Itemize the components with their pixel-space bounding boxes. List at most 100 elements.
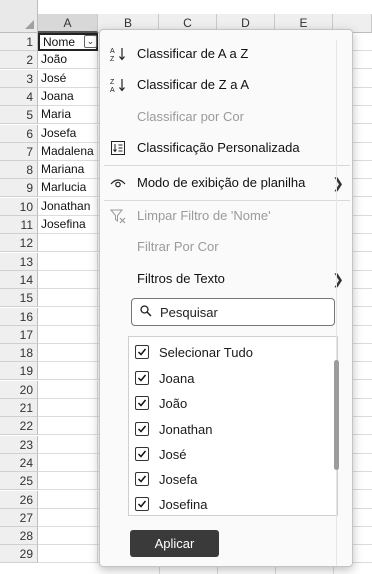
row-header[interactable]: 24: [0, 454, 38, 472]
row-header[interactable]: 29: [0, 545, 38, 563]
row-header[interactable]: 10: [0, 198, 38, 216]
row-header[interactable]: 14: [0, 271, 38, 289]
row-header[interactable]: 15: [0, 289, 38, 307]
checkbox-select-all[interactable]: Selecionar Tudo: [135, 340, 335, 365]
checkbox[interactable]: [135, 371, 149, 385]
checkbox-item[interactable]: Jonathan: [135, 417, 335, 442]
row-header[interactable]: 26: [0, 491, 38, 509]
cell-a[interactable]: [38, 417, 98, 435]
menu-item-label: Limpar Filtro de 'Nome': [137, 208, 271, 223]
row-header[interactable]: 9: [0, 179, 38, 197]
filter-menu: AZ Classificar de A a Z ZA Classificar d…: [99, 29, 353, 567]
row-header[interactable]: 12: [0, 234, 38, 252]
menu-item-sheet-view[interactable]: Modo de exibição de planilha ❯: [100, 169, 352, 197]
select-all-corner[interactable]: [0, 0, 38, 33]
scrollbar-track: [336, 40, 337, 566]
checkbox-label: José: [159, 447, 187, 462]
checkbox-label: Josefa: [159, 472, 198, 487]
cell-a[interactable]: Madalena: [38, 143, 98, 161]
row-header[interactable]: 20: [0, 381, 38, 399]
cell-a[interactable]: [38, 509, 98, 527]
cell-a[interactable]: Josefina: [38, 216, 98, 234]
menu-item-sort-az[interactable]: AZ Classificar de A a Z: [100, 40, 352, 68]
row-header[interactable]: 25: [0, 472, 38, 490]
row-header[interactable]: 22: [0, 417, 38, 435]
menu-item-filter-by-color: Filtrar Por Cor: [100, 233, 352, 261]
row-header[interactable]: 19: [0, 362, 38, 380]
cell-a[interactable]: [38, 289, 98, 307]
menu-item-custom-sort[interactable]: Classificação Personalizada: [100, 134, 352, 162]
cell-a[interactable]: [38, 326, 98, 344]
checkbox-label: João: [159, 396, 188, 411]
row-header[interactable]: 13: [0, 253, 38, 271]
cell-a[interactable]: [38, 491, 98, 509]
cell-a[interactable]: Joana: [38, 88, 98, 106]
cell-a[interactable]: Maria: [38, 106, 98, 124]
checkbox[interactable]: [135, 447, 149, 461]
cell-a[interactable]: [38, 399, 98, 417]
svg-text:Z: Z: [110, 79, 115, 86]
row-header[interactable]: 28: [0, 527, 38, 545]
row-header[interactable]: 23: [0, 436, 38, 454]
clear-filter-icon: [109, 208, 126, 224]
sort-za-icon: ZA: [110, 77, 126, 94]
cell-a[interactable]: [38, 344, 98, 362]
checkbox[interactable]: [135, 345, 149, 359]
row-header[interactable]: 4: [0, 88, 38, 106]
cell-a[interactable]: [38, 381, 98, 399]
checkbox-item[interactable]: Joana: [135, 366, 335, 391]
checkbox-label: Josefina: [159, 497, 208, 512]
row-header[interactable]: 18: [0, 344, 38, 362]
row-header[interactable]: 5: [0, 106, 38, 124]
cell-a[interactable]: [38, 472, 98, 490]
cell-a[interactable]: [38, 545, 98, 563]
sort-az-icon: AZ: [110, 46, 126, 63]
apply-button[interactable]: Aplicar: [130, 530, 219, 557]
cell-a[interactable]: [38, 362, 98, 380]
menu-item-sort-za[interactable]: ZA Classificar de Z a A: [100, 71, 352, 99]
checkbox-item[interactable]: João: [135, 391, 335, 416]
row-header[interactable]: 7: [0, 143, 38, 161]
cell-a[interactable]: [38, 527, 98, 545]
menu-item-label: Filtrar Por Cor: [137, 239, 219, 254]
cell-a[interactable]: [38, 271, 98, 289]
row-header[interactable]: 6: [0, 125, 38, 143]
checkbox[interactable]: [135, 472, 149, 486]
filter-dropdown-button[interactable]: ⌄: [84, 35, 97, 48]
checkbox[interactable]: [135, 497, 149, 511]
checkbox[interactable]: [135, 396, 149, 410]
row-header[interactable]: 17: [0, 326, 38, 344]
menu-item-label: Classificar por Cor: [137, 109, 244, 124]
checkbox-item[interactable]: Josefa: [135, 467, 335, 492]
cell-a[interactable]: Mariana: [38, 161, 98, 179]
row-header[interactable]: 1: [0, 33, 38, 51]
cell-a[interactable]: Marlucia: [38, 179, 98, 197]
checkbox-item[interactable]: José: [135, 442, 335, 467]
row-header[interactable]: 11: [0, 216, 38, 234]
scrollbar-thumb[interactable]: [334, 360, 339, 470]
cell-a[interactable]: [38, 253, 98, 271]
row-header[interactable]: 2: [0, 51, 38, 69]
cell-a[interactable]: Jonathan: [38, 198, 98, 216]
cell-a[interactable]: [38, 436, 98, 454]
checkbox[interactable]: [135, 422, 149, 436]
row-header[interactable]: 16: [0, 308, 38, 326]
cell-a[interactable]: Josefa: [38, 125, 98, 143]
menu-item-label: Classificar de A a Z: [137, 46, 249, 61]
row-header[interactable]: 3: [0, 70, 38, 88]
cell-a[interactable]: João: [38, 51, 98, 69]
cell-a[interactable]: [38, 234, 98, 252]
search-input[interactable]: Pesquisar: [131, 298, 335, 326]
cell-a[interactable]: [38, 308, 98, 326]
row-header[interactable]: 27: [0, 509, 38, 527]
menu-scrollbar[interactable]: [334, 40, 339, 566]
cell-a[interactable]: José: [38, 70, 98, 88]
menu-item-label: Classificação Personalizada: [137, 140, 300, 155]
menu-item-text-filters[interactable]: Filtros de Texto ❯: [100, 265, 352, 293]
checkbox-item[interactable]: Josefina: [135, 492, 335, 515]
row-header[interactable]: 8: [0, 161, 38, 179]
column-header-a[interactable]: A: [38, 14, 98, 33]
cell-a[interactable]: [38, 454, 98, 472]
top-trim: [38, 0, 372, 14]
row-header[interactable]: 21: [0, 399, 38, 417]
